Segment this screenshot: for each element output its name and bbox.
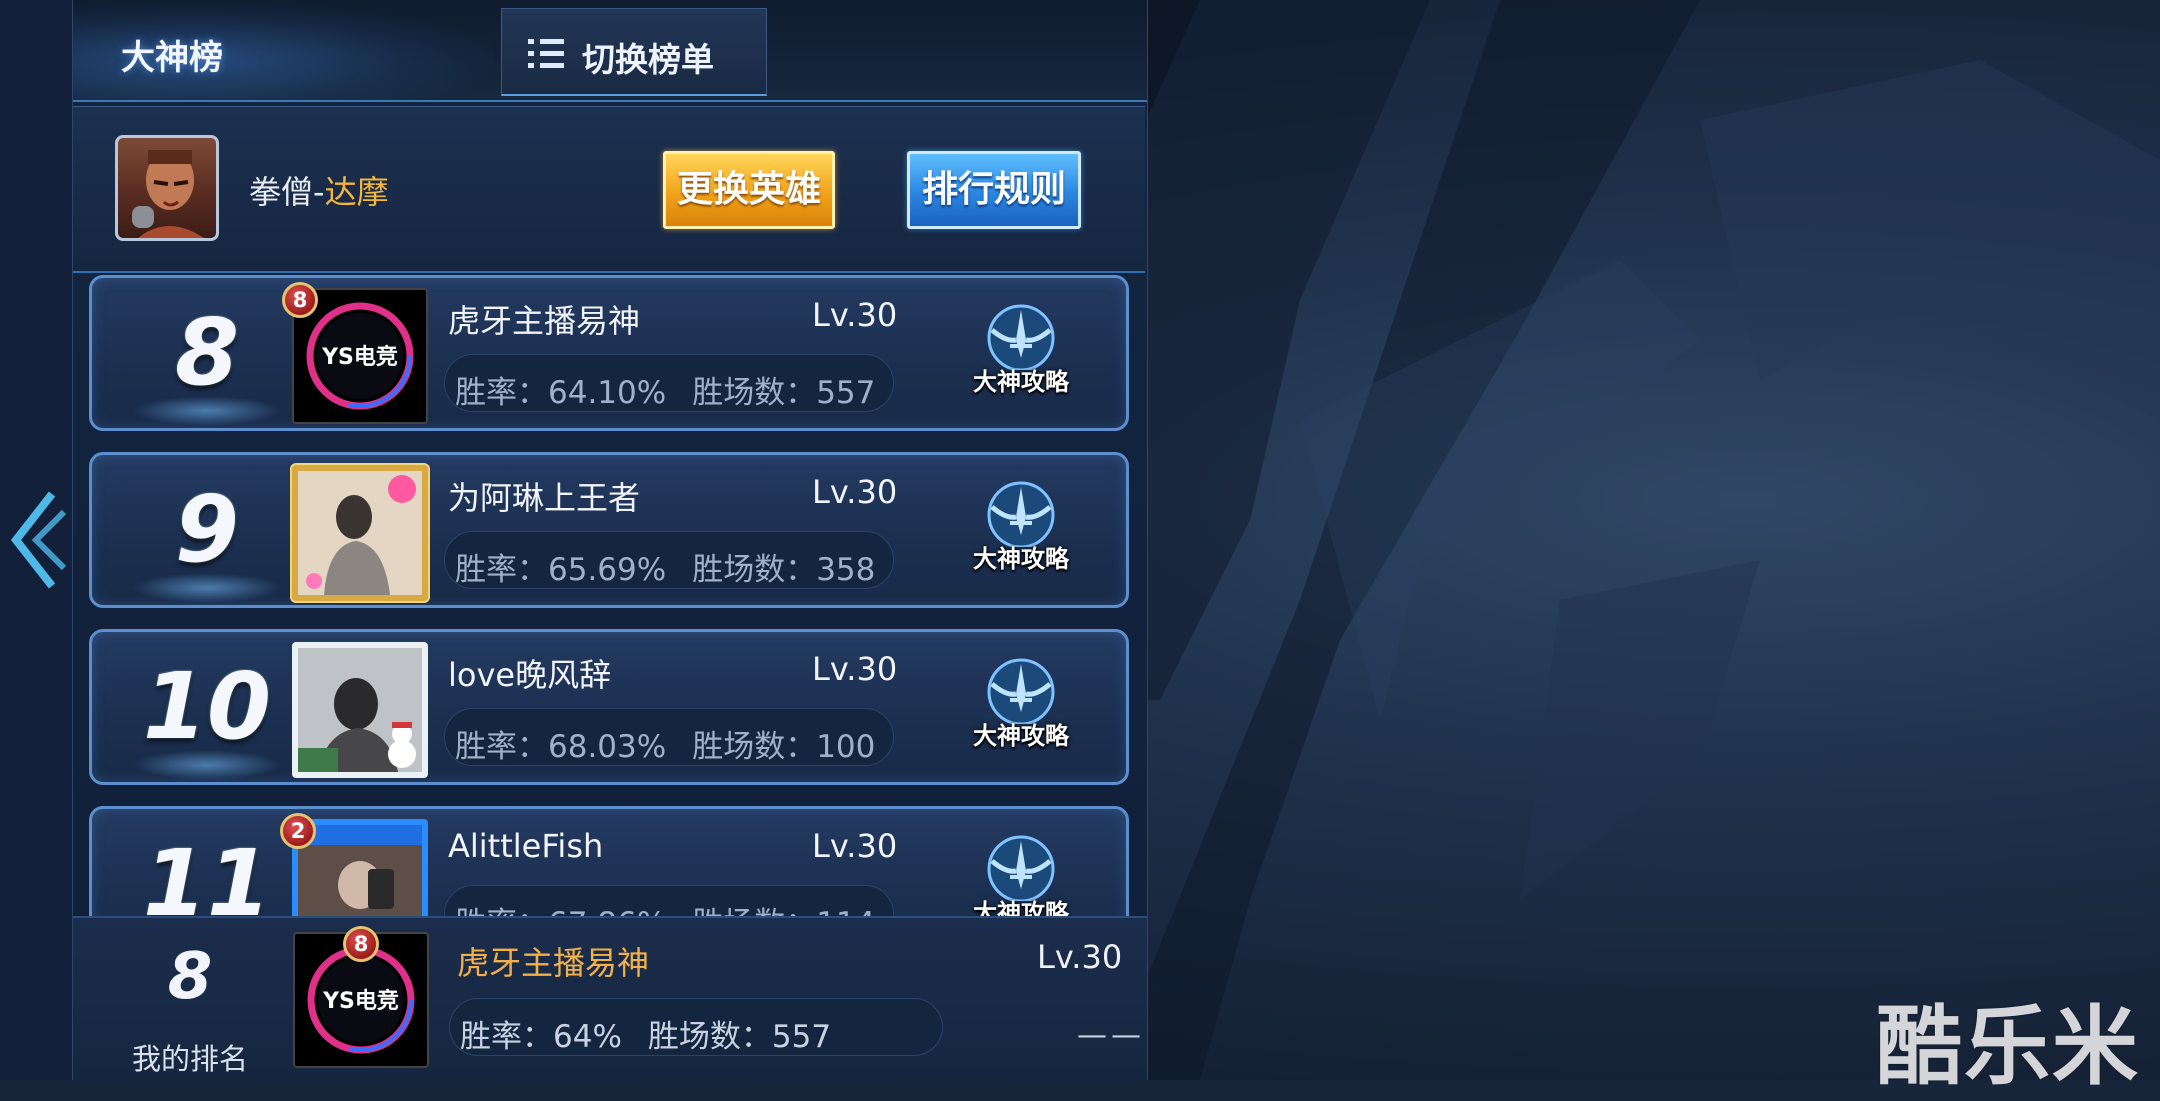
hero-name: 拳僧-达摩: [249, 167, 389, 213]
hero-row: 拳僧-达摩 更换英雄 排行规则: [73, 106, 1145, 273]
win-rate-value: 64.10%: [548, 375, 667, 411]
hero-highlight-name: 达摩: [324, 173, 389, 211]
matches-value: 358: [816, 552, 876, 588]
switch-board-label: 切换榜单: [582, 40, 714, 79]
ranking-row[interactable]: 11 2 AlittleFish Lv.30 胜率：67.86% 胜场数：114: [89, 806, 1129, 916]
win-rate-label: 胜率：: [455, 552, 548, 588]
ranking-panel: 大神榜 切换榜单 拳僧-达摩 更换英雄 排行规则 8 YS电竞 8 虎牙主播易神…: [72, 0, 1148, 1082]
my-rank-label: 我的排名: [131, 1042, 248, 1076]
matches-label: 胜场数：: [692, 729, 817, 765]
my-guide-placeholder: ——: [1077, 1018, 1145, 1053]
list-icon: [528, 37, 564, 69]
change-hero-button[interactable]: 更换英雄: [663, 151, 835, 229]
stats-pill: 胜率：68.03% 胜场数：100: [444, 708, 894, 766]
matches-label: 胜场数：: [692, 375, 817, 411]
tab-title[interactable]: 大神榜: [121, 30, 223, 79]
rank-number: 9: [174, 476, 239, 583]
rank-number: 11: [142, 830, 272, 916]
matches-label: 胜场数：: [692, 906, 816, 916]
player-name: AlittleFish: [448, 827, 604, 865]
stats-text: 胜率：68.03% 胜场数：100: [455, 721, 875, 766]
stats-text: 胜率：67.86% 胜场数：114: [455, 898, 875, 916]
ranking-row[interactable]: 9 为阿琳上王者 Lv.30 胜率：65.69% 胜场数：358 大神攻略: [89, 452, 1129, 608]
guide-button[interactable]: 大神攻略: [962, 654, 1080, 766]
matches-value: 100: [816, 729, 876, 765]
matches-label: 胜场数：: [692, 552, 817, 588]
my-rank-number: 8: [167, 940, 213, 1014]
top-bar: 大神榜 切换榜单: [73, 0, 1147, 102]
win-rate-label: 胜率：: [455, 375, 548, 411]
watermark-logo: 酷乐米: [1876, 997, 2140, 1097]
stats-pill: 胜率：65.69% 胜场数：358: [444, 531, 894, 589]
guide-label: 大神攻略: [973, 545, 1069, 573]
win-rate-label: 胜率：: [455, 729, 548, 765]
player-name: 为阿琳上王者: [448, 479, 641, 517]
rank-glow: [132, 573, 282, 603]
stats-text: 胜率：65.69% 胜场数：358: [455, 544, 875, 589]
player-name: love晚风辞: [448, 656, 612, 694]
guide-button[interactable]: 大神攻略: [962, 300, 1080, 412]
matches-value: 114: [816, 906, 875, 916]
rank-glow: [132, 750, 282, 780]
my-win-rate-value: 64%: [553, 1019, 622, 1055]
sword-emblem-icon: [987, 304, 1055, 372]
back-arrow-icon[interactable]: [6, 488, 67, 592]
sword-emblem-icon: [987, 835, 1055, 903]
player-level: Lv.30: [812, 473, 898, 511]
my-matches-value: 557: [771, 1019, 832, 1055]
guide-button[interactable]: 大神攻略: [962, 831, 1080, 916]
rank-badge: 8: [282, 282, 318, 318]
my-stats-pill: 胜率：64% 胜场数：557: [449, 998, 943, 1056]
rank-number: 10: [142, 653, 272, 760]
stats-pill: 胜率：67.86% 胜场数：114: [444, 885, 894, 916]
sword-emblem-icon: [987, 481, 1055, 549]
hero-title: 拳僧-: [249, 173, 325, 211]
guide-button[interactable]: 大神攻略: [962, 477, 1080, 589]
player-avatar[interactable]: [292, 642, 428, 778]
player-level: Lv.30: [812, 827, 898, 865]
win-rate-value: 68.03%: [548, 729, 667, 765]
guide-label: 大神攻略: [973, 722, 1069, 750]
ranking-row[interactable]: 8 YS电竞 8 虎牙主播易神 Lv.30 胜率：64.10% 胜场数：557: [89, 275, 1129, 431]
win-rate-value: 67.86%: [548, 906, 666, 916]
stats-text: 胜率：64.10% 胜场数：557: [455, 367, 875, 412]
rank-number: 8: [174, 299, 239, 406]
ranking-row[interactable]: 10 love晚风辞 Lv.30 胜率：68.03% 胜场数：100 大神攻略: [89, 629, 1129, 785]
win-rate-value: 65.69%: [548, 552, 667, 588]
stats-pill: 胜率：64.10% 胜场数：557: [444, 354, 894, 412]
my-player-name: 虎牙主播易神: [457, 944, 650, 982]
win-rate-label: 胜率：: [455, 906, 548, 916]
avatar-text: YS电竞: [321, 344, 398, 370]
matches-value: 557: [816, 375, 876, 411]
ranking-rules-button[interactable]: 排行规则: [907, 151, 1081, 229]
guide-label: 大神攻略: [973, 368, 1069, 396]
guide-label: 大神攻略: [973, 899, 1069, 916]
hero-avatar: [115, 135, 219, 241]
my-matches-label: 胜场数：: [647, 1019, 772, 1055]
rank-badge: 2: [280, 813, 316, 849]
player-level: Lv.30: [812, 296, 898, 334]
my-stats-text: 胜率：64% 胜场数：557: [460, 1011, 831, 1056]
my-rank-badge: 8: [343, 926, 379, 962]
avatar-text: YS电竞: [322, 988, 399, 1014]
player-level: Lv.30: [812, 650, 898, 688]
my-rank-bar: 8 我的排名 YS电竞 8 虎牙主播易神 Lv.30 胜率：64% 胜场数：557…: [73, 916, 1147, 1082]
rank-glow: [132, 396, 282, 426]
ranking-list[interactable]: 8 YS电竞 8 虎牙主播易神 Lv.30 胜率：64.10%胜场数：557: [73, 272, 1147, 916]
player-avatar[interactable]: [292, 465, 428, 601]
switch-board-button[interactable]: 切换榜单: [501, 8, 767, 96]
my-win-rate-label: 胜率：: [460, 1019, 553, 1055]
sword-emblem-icon: [987, 658, 1055, 726]
player-name: 虎牙主播易神: [448, 302, 641, 340]
my-player-level: Lv.30: [1037, 938, 1123, 976]
